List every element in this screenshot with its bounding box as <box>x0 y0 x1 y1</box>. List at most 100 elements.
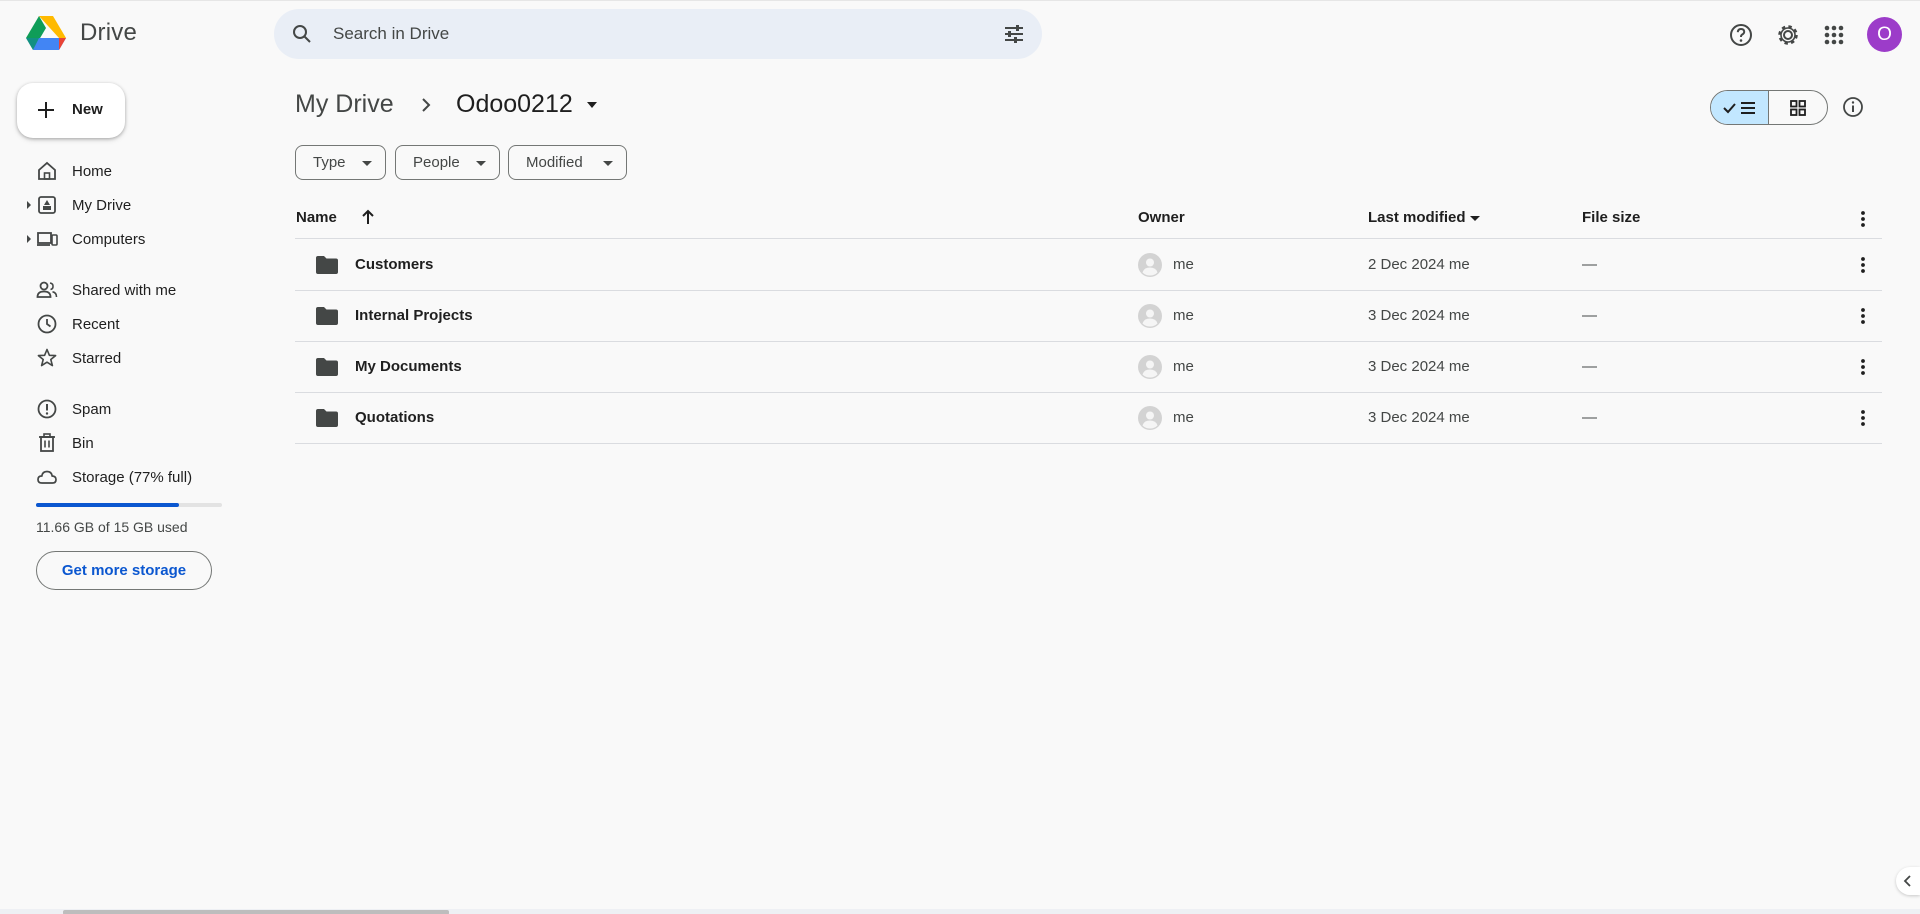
file-name[interactable]: Internal Projects <box>355 307 473 324</box>
more-options-icon[interactable] <box>1853 407 1873 429</box>
settings-gear-icon[interactable] <box>1775 22 1801 48</box>
breadcrumb-current-folder[interactable]: Odoo0212 <box>456 90 599 119</box>
sidebar-item-spam[interactable]: Spam <box>0 393 260 425</box>
sidebar-item-computers[interactable]: Computers <box>0 223 260 255</box>
sidebar-item-bin[interactable]: Bin <box>0 427 260 459</box>
column-owner-header[interactable]: Owner <box>1138 209 1185 226</box>
folder-icon <box>316 307 338 325</box>
column-name-header[interactable]: Name <box>296 209 337 226</box>
search-input[interactable]: Search in Drive <box>333 24 449 44</box>
get-more-storage-button[interactable]: Get more storage <box>36 551 212 590</box>
sidebar-item-label: Storage (77% full) <box>72 469 193 486</box>
storage-usage-text: 11.66 GB of 15 GB used <box>36 519 188 535</box>
filter-chip-label: Modified <box>526 154 583 171</box>
search-icon[interactable] <box>290 22 314 46</box>
search-options-icon[interactable] <box>1002 22 1026 46</box>
sidebar-item-label: Spam <box>72 401 112 418</box>
file-list-header: Name Owner Last modified File size <box>295 203 1882 239</box>
view-mode-toggle[interactable] <box>1710 90 1828 125</box>
file-size: — <box>1582 256 1597 273</box>
sidebar-item-label: My Drive <box>72 197 132 214</box>
sidebar-item-my-drive[interactable]: My Drive <box>0 189 260 221</box>
help-icon[interactable] <box>1728 22 1754 48</box>
filter-type-chip[interactable]: Type <box>295 145 386 180</box>
star-icon <box>37 348 57 367</box>
home-icon <box>38 161 56 180</box>
more-options-icon[interactable] <box>1853 356 1873 378</box>
shared-icon <box>36 281 58 298</box>
account-avatar[interactable]: O <box>1867 17 1902 52</box>
filter-modified-chip[interactable]: Modified <box>508 145 627 180</box>
owner-name: me <box>1173 358 1194 375</box>
storage-usage-bar <box>36 503 222 507</box>
table-row[interactable]: My Documents me 3 Dec 2024 me — <box>295 342 1882 393</box>
last-modified: 2 Dec 2024 me <box>1368 256 1470 273</box>
trash-icon <box>39 433 55 452</box>
owner-avatar-icon <box>1138 304 1162 328</box>
grid-view-button[interactable] <box>1769 91 1827 124</box>
list-view-button[interactable] <box>1711 91 1770 124</box>
owner-avatar-icon <box>1138 406 1162 430</box>
owner-name: me <box>1173 409 1194 426</box>
file-size: — <box>1582 307 1597 324</box>
clock-icon <box>37 314 57 334</box>
spam-icon <box>37 399 57 419</box>
column-last-modified-header[interactable]: Last modified <box>1368 209 1466 226</box>
apps-grid-icon[interactable] <box>1821 22 1847 48</box>
more-options-icon[interactable] <box>1853 305 1873 327</box>
filter-chip-label: People <box>413 154 460 171</box>
file-size: — <box>1582 409 1597 426</box>
sidebar-item-label: Recent <box>72 316 120 333</box>
dropdown-arrow-icon <box>603 161 613 166</box>
drive-logo[interactable]: Drive <box>26 15 137 51</box>
drive-logo-icon <box>26 16 66 50</box>
new-button-label: New <box>72 101 103 118</box>
more-options-icon[interactable] <box>1853 254 1873 276</box>
grid-icon <box>1790 99 1806 116</box>
sidebar-item-starred[interactable]: Starred <box>0 342 260 374</box>
folder-icon <box>316 256 338 274</box>
folder-icon <box>316 358 338 376</box>
table-row[interactable]: Quotations me 3 Dec 2024 me — <box>295 393 1882 444</box>
filter-chip-label: Type <box>313 154 346 171</box>
sort-ascending-arrow-icon[interactable] <box>360 208 376 226</box>
horizontal-scrollbar[interactable] <box>63 910 449 914</box>
file-name[interactable]: Customers <box>355 256 433 273</box>
sort-dropdown-arrow-icon[interactable] <box>1469 215 1481 222</box>
sidebar-item-label: Computers <box>72 231 146 248</box>
chevron-left-icon <box>1903 875 1911 887</box>
brand-name: Drive <box>80 19 138 46</box>
chevron-right-icon <box>422 98 431 112</box>
sidebar-item-shared-with-me[interactable]: Shared with me <box>0 274 260 306</box>
column-file-size-header[interactable]: File size <box>1582 209 1640 226</box>
sidebar-item-storage[interactable]: Storage (77% full) <box>0 461 260 493</box>
owner-name: me <box>1173 256 1194 273</box>
cloud-icon <box>37 470 57 484</box>
sidebar-item-label: Bin <box>72 435 94 452</box>
file-name[interactable]: My Documents <box>355 358 462 375</box>
sidebar-item-home[interactable]: Home <box>0 155 260 187</box>
file-name[interactable]: Quotations <box>355 409 434 426</box>
storage-usage-fill <box>36 503 180 507</box>
info-icon[interactable] <box>1841 95 1865 119</box>
check-list-icon <box>1722 101 1755 114</box>
more-options-icon[interactable] <box>1853 208 1873 230</box>
folder-icon <box>316 409 338 427</box>
table-row[interactable]: Internal Projects me 3 Dec 2024 me — <box>295 291 1882 342</box>
file-size: — <box>1582 358 1597 375</box>
current-folder-name: Odoo0212 <box>456 90 573 118</box>
owner-avatar-icon <box>1138 253 1162 277</box>
breadcrumb-my-drive[interactable]: My Drive <box>295 90 394 119</box>
search-bar[interactable]: Search in Drive <box>274 9 1042 59</box>
top-bar: Drive Search in Drive O <box>0 1 1920 67</box>
filter-people-chip[interactable]: People <box>395 145 500 180</box>
side-panel-toggle[interactable] <box>1896 867 1920 895</box>
last-modified: 3 Dec 2024 me <box>1368 307 1470 324</box>
expand-caret-icon[interactable] <box>25 200 33 210</box>
sidebar-item-label: Starred <box>72 350 122 367</box>
dropdown-arrow-icon <box>362 161 372 166</box>
table-row[interactable]: Customers me 2 Dec 2024 me — <box>295 240 1882 291</box>
expand-caret-icon[interactable] <box>25 234 33 244</box>
new-button[interactable]: New <box>17 83 125 138</box>
sidebar-item-recent[interactable]: Recent <box>0 308 260 340</box>
